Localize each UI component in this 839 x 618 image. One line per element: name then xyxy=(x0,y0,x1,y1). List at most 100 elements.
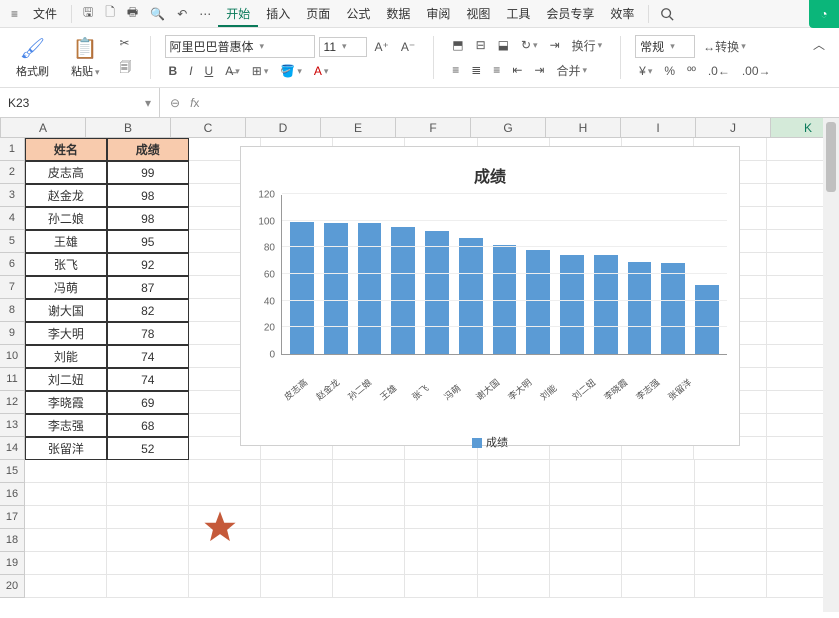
merge-button[interactable]: 合并 xyxy=(552,60,591,81)
format-painter-button[interactable]: 🖌 格式刷 xyxy=(10,34,55,81)
cell[interactable] xyxy=(107,460,189,483)
tab-数据[interactable]: 数据 xyxy=(378,3,418,25)
cell[interactable] xyxy=(261,575,333,598)
row-header[interactable]: 19 xyxy=(0,552,25,575)
tab-效率[interactable]: 效率 xyxy=(602,3,642,25)
row-header[interactable]: 15 xyxy=(0,460,25,483)
align-left-icon[interactable]: ≡ xyxy=(448,61,463,79)
wrap-text-icon[interactable]: ⇥ xyxy=(546,36,564,54)
cell[interactable]: 王雄 xyxy=(25,230,107,253)
col-header-F[interactable]: F xyxy=(396,118,471,137)
tab-公式[interactable]: 公式 xyxy=(338,3,378,25)
file-menu[interactable]: 文件 xyxy=(25,1,65,26)
cell[interactable] xyxy=(622,460,694,483)
row-header[interactable]: 17 xyxy=(0,506,25,529)
cell[interactable] xyxy=(695,529,767,552)
cell[interactable] xyxy=(25,552,107,575)
row-header[interactable]: 9 xyxy=(0,322,25,345)
cell[interactable] xyxy=(189,483,261,506)
cell[interactable]: 冯萌 xyxy=(25,276,107,299)
cell[interactable] xyxy=(622,552,694,575)
chart-object[interactable]: 成绩 020406080100120 皮志高赵金龙孙二娘王雄张飞冯萌谢大国李大明… xyxy=(240,146,740,446)
decrease-decimal-icon[interactable]: .0← xyxy=(704,62,734,80)
row-header[interactable]: 13 xyxy=(0,414,25,437)
cell[interactable] xyxy=(695,483,767,506)
print-preview-icon[interactable]: 🗋 xyxy=(100,0,120,28)
cell[interactable] xyxy=(405,529,477,552)
cell[interactable]: 张飞 xyxy=(25,253,107,276)
row-header[interactable]: 8 xyxy=(0,299,25,322)
col-header-E[interactable]: E xyxy=(321,118,396,137)
cell[interactable] xyxy=(695,552,767,575)
cell[interactable]: 刘二妞 xyxy=(25,368,107,391)
cell[interactable] xyxy=(261,552,333,575)
cell[interactable] xyxy=(405,575,477,598)
save-icon[interactable]: 🖫 xyxy=(78,0,98,28)
scrollbar-thumb[interactable] xyxy=(826,122,836,192)
cell[interactable] xyxy=(405,483,477,506)
row-header[interactable]: 18 xyxy=(0,529,25,552)
cell[interactable] xyxy=(189,575,261,598)
cell[interactable] xyxy=(405,506,477,529)
cell[interactable] xyxy=(261,506,333,529)
cell[interactable]: 69 xyxy=(107,391,189,414)
fx-icon[interactable]: fx xyxy=(190,96,199,110)
cell[interactable] xyxy=(107,529,189,552)
cell[interactable] xyxy=(550,506,622,529)
decrease-font-icon[interactable]: A⁻ xyxy=(397,38,419,56)
italic-button[interactable]: I xyxy=(185,62,196,80)
bold-button[interactable]: B xyxy=(165,62,182,80)
cell[interactable]: 李晓霞 xyxy=(25,391,107,414)
col-header-C[interactable]: C xyxy=(171,118,246,137)
fill-color-button[interactable]: 🪣 xyxy=(276,62,305,80)
cell[interactable] xyxy=(107,552,189,575)
border-button[interactable]: ⊞ xyxy=(248,62,273,80)
col-header-H[interactable]: H xyxy=(546,118,621,137)
copy-icon[interactable]: 🗐 xyxy=(116,56,136,81)
align-bottom-icon[interactable]: ⬓ xyxy=(494,36,513,54)
cell[interactable]: 99 xyxy=(107,161,189,184)
tab-工具[interactable]: 工具 xyxy=(498,3,538,25)
cell[interactable]: 姓名 xyxy=(25,138,107,161)
row-header[interactable]: 1 xyxy=(0,138,25,161)
cell[interactable] xyxy=(622,506,694,529)
row-header[interactable]: 14 xyxy=(0,437,25,460)
cell[interactable]: 78 xyxy=(107,322,189,345)
cell[interactable] xyxy=(478,552,550,575)
cell[interactable]: 87 xyxy=(107,276,189,299)
cell[interactable]: 张留洋 xyxy=(25,437,107,460)
row-header[interactable]: 2 xyxy=(0,161,25,184)
row-header[interactable]: 7 xyxy=(0,276,25,299)
cell[interactable] xyxy=(622,483,694,506)
cell[interactable]: 李志强 xyxy=(25,414,107,437)
cell[interactable]: 92 xyxy=(107,253,189,276)
cell[interactable] xyxy=(25,460,107,483)
percent-icon[interactable]: % xyxy=(660,62,679,80)
cell[interactable] xyxy=(695,575,767,598)
name-box[interactable]: K23 ▾ xyxy=(0,88,160,117)
indent-left-icon[interactable]: ⇤ xyxy=(508,61,526,79)
cell[interactable] xyxy=(550,529,622,552)
increase-decimal-icon[interactable]: .00→ xyxy=(738,62,775,80)
row-header[interactable]: 6 xyxy=(0,253,25,276)
col-header-I[interactable]: I xyxy=(621,118,696,137)
collapse-ribbon-icon[interactable]: ︿ xyxy=(809,34,829,55)
tab-插入[interactable]: 插入 xyxy=(258,3,298,25)
strike-button[interactable]: A̶ xyxy=(221,62,244,80)
tab-页面[interactable]: 页面 xyxy=(298,3,338,25)
col-header-G[interactable]: G xyxy=(471,118,546,137)
tab-审阅[interactable]: 审阅 xyxy=(418,3,458,25)
more-icon[interactable]: ⋯ xyxy=(194,3,216,25)
cell[interactable] xyxy=(405,460,477,483)
cell[interactable]: 98 xyxy=(107,184,189,207)
cell[interactable] xyxy=(107,506,189,529)
app-menu-icon[interactable]: ≡ xyxy=(6,3,23,25)
cut-icon[interactable]: ✂ xyxy=(116,34,134,52)
underline-button[interactable]: U xyxy=(201,62,218,80)
print-icon[interactable]: 🖶 xyxy=(122,0,143,28)
row-header[interactable]: 5 xyxy=(0,230,25,253)
font-selector[interactable]: 阿里巴巴普惠体 xyxy=(165,35,315,58)
row-header[interactable]: 10 xyxy=(0,345,25,368)
star-shape[interactable] xyxy=(203,510,237,544)
cell[interactable]: 李大明 xyxy=(25,322,107,345)
